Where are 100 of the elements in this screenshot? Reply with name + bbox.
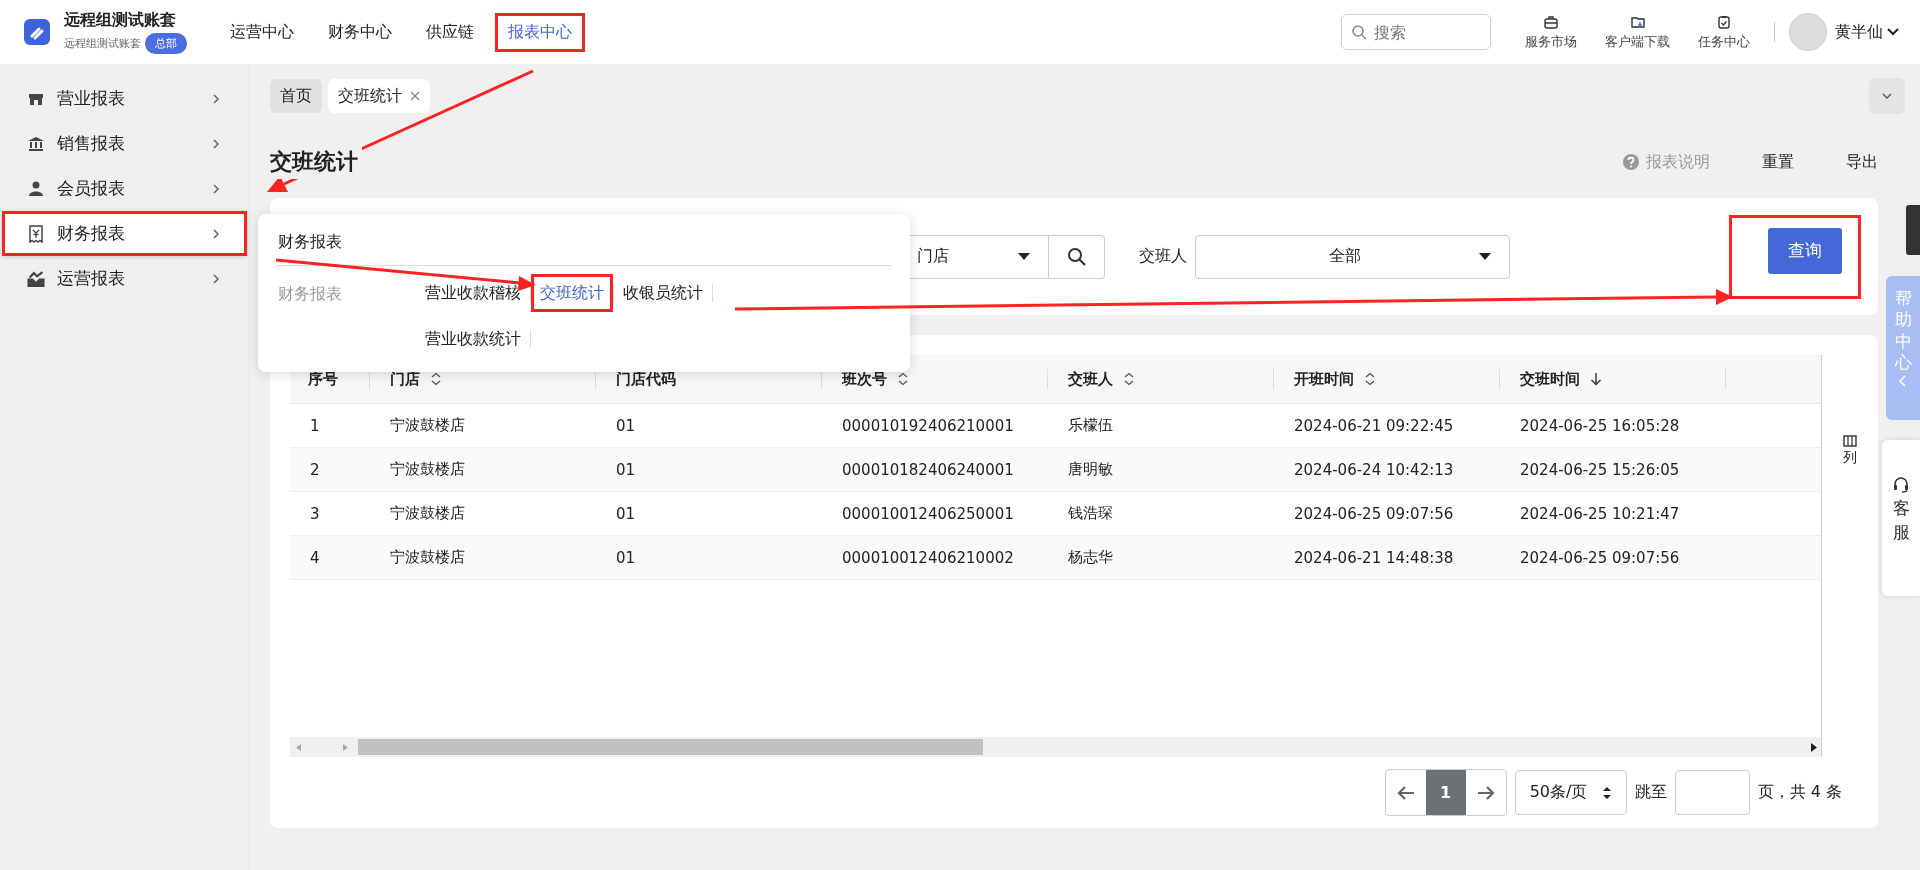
page-size-select[interactable]: 50条/页 (1514, 770, 1627, 815)
query-button[interactable]: 查询 (1768, 227, 1842, 274)
table-cell-text: 01 (615, 547, 637, 569)
table-cell-text: 3 (309, 503, 321, 525)
search-icon (1351, 24, 1367, 40)
sidebar-item[interactable]: 运营报表 (2, 256, 247, 301)
arrow-right-icon (1476, 784, 1495, 801)
nav-item[interactable]: 报表中心 (495, 12, 585, 52)
submenu-item[interactable]: 交班统计 (531, 274, 613, 312)
page-tab[interactable]: 交班统计 (328, 79, 430, 113)
field-label: 交班人 (1139, 246, 1187, 267)
page-tab[interactable]: 首页 (270, 79, 322, 113)
user-name[interactable]: 黄半仙 (1835, 21, 1883, 43)
table-cell-text: 钱浩琛 (1067, 503, 1114, 524)
table-cell-text: 2024-06-24 10:42:13 (1293, 459, 1455, 481)
caret-icon (1018, 252, 1030, 261)
horizontal-scrollbar[interactable] (290, 737, 1821, 757)
chevron-right-icon (210, 227, 222, 240)
table-cell-text: 杨志华 (1067, 547, 1114, 568)
table-cell-text: 宁波鼓楼店 (389, 503, 466, 524)
table-cell-text: 4 (309, 547, 321, 569)
briefcase-icon (1543, 13, 1559, 30)
total-count: 页，共 4 条 (1757, 782, 1842, 803)
table-cell-text: 2 (309, 459, 321, 481)
search-button[interactable] (1049, 234, 1105, 279)
org-badge: 总部 (145, 33, 187, 54)
caret-icon (1479, 252, 1491, 261)
receipt-icon (27, 224, 45, 243)
submenu-item[interactable]: 营业收款统计 (416, 320, 530, 358)
column-header[interactable]: 交班时间 (1500, 369, 1726, 389)
page-title: 交班统计 (270, 145, 362, 179)
chevron-right-icon (210, 137, 222, 150)
account-subtitle: 远程组测试账套 (64, 36, 141, 51)
sort-icon[interactable] (1364, 372, 1376, 386)
scroll-right-icon[interactable] (1811, 742, 1817, 752)
help-icon (1622, 153, 1640, 171)
person-icon (27, 179, 45, 198)
table-cell-text: 2024-06-25 16:05:28 (1519, 415, 1681, 437)
column-header[interactable]: 开班时间 (1274, 369, 1500, 389)
page-number-button[interactable]: 1 (1425, 770, 1466, 815)
table-cell-text: 宁波鼓楼店 (389, 459, 466, 480)
chevron-right-icon (210, 182, 222, 195)
table-cell-text: 000010192406210001 (841, 415, 1015, 437)
sort-icon[interactable] (1123, 372, 1135, 386)
table-cell-text: 乐檬伍 (1067, 415, 1114, 436)
sort-icon[interactable] (897, 372, 909, 386)
submenu-item[interactable]: 营业收款稽核 (416, 274, 530, 312)
nav-item[interactable]: 供应链 (413, 12, 487, 52)
tray-chart-icon (27, 270, 45, 287)
sidebar-item[interactable]: 销售报表 (2, 121, 247, 166)
chevron-right-icon (210, 92, 222, 105)
popup-title: 财务报表 (276, 214, 892, 266)
table-cell-text: 1 (309, 415, 321, 437)
jump-label: 跳至 (1634, 782, 1667, 803)
toolbar-button[interactable]: 客户端下载 (1605, 13, 1670, 51)
table-cell-text: 2024-06-21 09:22:45 (1293, 415, 1455, 437)
table-cell-text: 000010012406250001 (841, 503, 1015, 525)
table-cell-text: 2024-06-21 14:48:38 (1293, 547, 1455, 569)
table-cell-text: 01 (615, 415, 637, 437)
clipboard-check-icon (1716, 13, 1732, 30)
table-cell-text: 01 (615, 503, 637, 525)
headset-icon (1892, 476, 1910, 494)
table-cell-text: 2024-06-25 10:21:47 (1519, 503, 1681, 525)
action-button[interactable]: 导出 (1846, 151, 1878, 173)
table-cell-text: 01 (615, 459, 637, 481)
sidebar-item[interactable]: 会员报表 (2, 166, 247, 211)
action-button[interactable]: 重置 (1762, 151, 1794, 173)
chevron-right-icon (210, 272, 222, 285)
toolbar-button[interactable]: 任务中心 (1698, 13, 1750, 51)
table-cell-text: 宁波鼓楼店 (389, 415, 466, 436)
columns-icon (1843, 435, 1857, 447)
sort-caret-icon (1601, 785, 1612, 800)
table-cell-text: 宁波鼓楼店 (389, 547, 466, 568)
chevron-left-icon (1898, 373, 1908, 388)
bank-icon (27, 134, 45, 153)
nav-item[interactable]: 财务中心 (315, 12, 405, 52)
table-cell-text: 唐明敏 (1067, 459, 1114, 480)
sidebar-item[interactable]: 营业报表 (2, 76, 247, 121)
logo-icon (24, 19, 50, 45)
column-settings-button[interactable]: 列 (1843, 435, 1857, 475)
table-cell-text: 2024-06-25 09:07:56 (1293, 503, 1455, 525)
arrow-left-icon (1396, 784, 1415, 801)
close-icon[interactable] (410, 91, 420, 101)
group-label: 财务报表 (277, 283, 343, 305)
customer-service-tab[interactable]: 客服 (1882, 440, 1920, 596)
toolbar-button[interactable]: 服务市场 (1525, 13, 1577, 51)
table-cell-text: 2024-06-25 15:26:05 (1519, 459, 1681, 481)
column-header[interactable]: 交班人 (1048, 369, 1274, 389)
table-cell-text: 000010012406210002 (841, 547, 1015, 569)
nav-item[interactable]: 运营中心 (217, 12, 307, 52)
sort-icon[interactable] (430, 372, 442, 386)
table-cell-text: 2024-06-25 09:07:56 (1519, 547, 1681, 569)
sidebar-item[interactable]: 财务报表 (2, 211, 247, 256)
table-cell-text: 000010182406240001 (841, 459, 1015, 481)
search-icon (1066, 246, 1087, 267)
sort-descending-icon[interactable] (1590, 372, 1602, 386)
submenu-item[interactable]: 收银员统计 (614, 274, 712, 312)
page-input[interactable] (1674, 770, 1750, 815)
search-field[interactable]: 搜索 (1341, 14, 1491, 50)
shift-person-select[interactable]: 全部 (1195, 234, 1510, 279)
